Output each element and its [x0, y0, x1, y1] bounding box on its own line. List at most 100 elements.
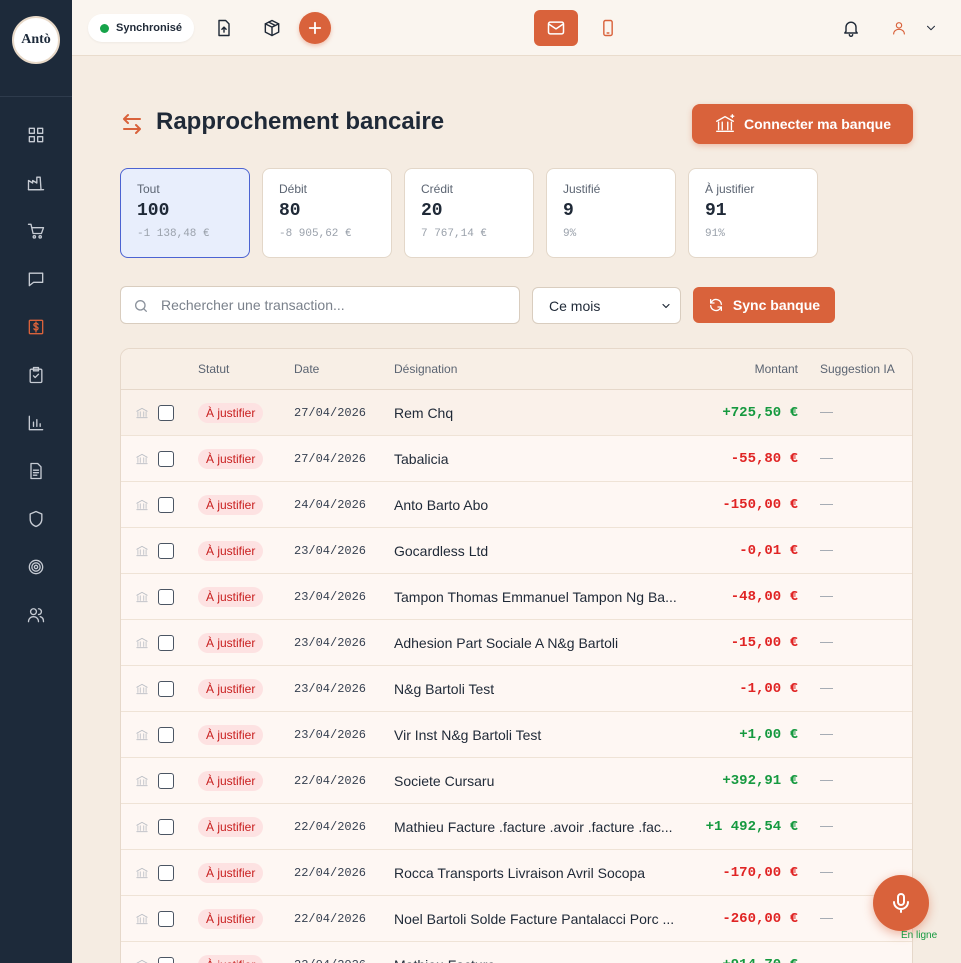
row-ai-suggestion: —: [820, 772, 833, 787]
upload-button[interactable]: [212, 16, 236, 40]
table-row[interactable]: À justifier 23/04/2026 Vir Inst N&g Bartol…: [121, 712, 912, 758]
target-icon: [28, 559, 44, 575]
row-designation: Gocardless Ltd: [394, 543, 489, 559]
sidebar-item-goals[interactable]: [24, 555, 48, 579]
row-amount: -150,00 €: [722, 497, 798, 513]
stat-card-debit[interactable]: Débit 80 -8 905,62 €: [262, 168, 392, 258]
row-checkbox[interactable]: [158, 451, 174, 467]
stat-card-to-justify[interactable]: À justifier 91 91%: [688, 168, 818, 258]
row-checkbox[interactable]: [158, 727, 174, 743]
sidebar-item-tasks[interactable]: [24, 363, 48, 387]
row-date: 24/04/2026: [294, 498, 367, 512]
user-menu-toggle[interactable]: [919, 16, 943, 40]
row-checkbox[interactable]: [158, 865, 174, 881]
mobile-view-button[interactable]: [596, 16, 620, 40]
table-row[interactable]: À justifier 23/04/2026 N&g Bartoli Test -1,…: [121, 666, 912, 712]
table-row[interactable]: À justifier 23/04/2026 Adhesion Part Socia…: [121, 620, 912, 666]
brand-logo[interactable]: Antò: [12, 16, 60, 64]
notifications-button[interactable]: [839, 16, 863, 40]
stat-subvalue: 7 767,14 €: [421, 228, 488, 240]
table-row[interactable]: À justifier 22/04/2026 Rocca Transports Li…: [121, 850, 912, 896]
row-checkbox[interactable]: [158, 543, 174, 559]
table-row[interactable]: À justifier 27/04/2026 Rem Chq +725,50 € —: [121, 390, 912, 436]
search-icon: [135, 300, 147, 312]
sidebar-item-dashboard[interactable]: [24, 123, 48, 147]
package-button[interactable]: [260, 16, 284, 40]
clipboard-check-icon: [29, 366, 43, 384]
mail-view-button[interactable]: [534, 10, 578, 46]
connect-bank-button[interactable]: Connecter ma banque: [692, 104, 913, 144]
sidebar-item-messages[interactable]: [24, 267, 48, 291]
row-checkbox[interactable]: [158, 957, 174, 963]
status-badge: À justifier: [198, 403, 264, 423]
table-row[interactable]: À justifier 27/04/2026 Tabalicia -55,80 € —: [121, 436, 912, 482]
search-input[interactable]: [161, 287, 511, 323]
column-header-designation[interactable]: Désignation: [394, 362, 457, 376]
row-ai-suggestion: —: [820, 404, 833, 419]
status-badge: À justifier: [198, 909, 264, 929]
row-checkbox[interactable]: [158, 681, 174, 697]
row-designation: Noel Bartoli Solde Facture Pantalacci Po…: [394, 911, 675, 927]
row-ai-suggestion: —: [820, 542, 833, 557]
column-header-date[interactable]: Date: [294, 362, 319, 376]
voice-assistant-button[interactable]: [873, 875, 929, 931]
sidebar-item-security[interactable]: [24, 507, 48, 531]
row-designation: Societe Cursaru: [394, 773, 495, 789]
sidebar-item-reports[interactable]: [24, 411, 48, 435]
status-badge: À justifier: [198, 587, 264, 607]
row-date: 23/04/2026: [294, 728, 367, 742]
status-badge: À justifier: [198, 771, 264, 791]
package-icon: [264, 19, 280, 37]
status-dot-icon: [100, 24, 109, 33]
stat-subvalue: -8 905,62 €: [279, 228, 352, 240]
sidebar-item-production[interactable]: [24, 171, 48, 195]
sidebar-item-bank[interactable]: [24, 315, 48, 339]
status-badge: À justifier: [198, 817, 264, 837]
row-checkbox[interactable]: [158, 911, 174, 927]
sidebar-item-sales[interactable]: [24, 219, 48, 243]
table-row[interactable]: À justifier 22/04/2026 Societe Cursaru +392…: [121, 758, 912, 804]
stat-value: 80: [279, 201, 301, 221]
bank-icon: [135, 728, 149, 742]
period-select[interactable]: Ce mois: [532, 287, 681, 324]
user-menu-button[interactable]: [887, 16, 911, 40]
status-badge: À justifier: [198, 863, 264, 883]
row-checkbox[interactable]: [158, 819, 174, 835]
stat-card-credit[interactable]: Crédit 20 7 767,14 €: [404, 168, 534, 258]
row-checkbox[interactable]: [158, 773, 174, 789]
row-checkbox[interactable]: [158, 497, 174, 513]
table-row[interactable]: À justifier 22/04/2026 Mathieu Facture +914…: [121, 942, 912, 963]
stat-label: Crédit: [421, 182, 454, 196]
top-bar: Synchronisé: [72, 0, 961, 56]
sidebar-divider: [0, 96, 72, 97]
create-button[interactable]: [299, 12, 331, 44]
row-checkbox[interactable]: [158, 589, 174, 605]
table-row[interactable]: À justifier 23/04/2026 Gocardless Ltd -0,01…: [121, 528, 912, 574]
column-header-status[interactable]: Statut: [198, 362, 229, 376]
factory-icon: [27, 176, 45, 191]
row-amount: -170,00 €: [722, 865, 798, 881]
status-badge: À justifier: [198, 955, 264, 963]
sidebar-item-documents[interactable]: [24, 459, 48, 483]
sync-bank-button[interactable]: Sync banque: [693, 287, 835, 323]
row-date: 23/04/2026: [294, 682, 367, 696]
table-row[interactable]: À justifier 24/04/2026 Anto Barto Abo -150,…: [121, 482, 912, 528]
row-amount: +914,70 €: [722, 957, 798, 963]
sync-status-badge[interactable]: Synchronisé: [88, 14, 195, 42]
table-row[interactable]: À justifier 22/04/2026 Mathieu Facture .fa…: [121, 804, 912, 850]
row-checkbox[interactable]: [158, 405, 174, 421]
bell-icon: [844, 21, 858, 37]
table-row[interactable]: À justifier 22/04/2026 Noel Bartoli Solde …: [121, 896, 912, 942]
row-checkbox[interactable]: [158, 635, 174, 651]
stat-card-all[interactable]: Tout 100 -1 138,48 €: [120, 168, 250, 258]
sidebar-item-team[interactable]: [24, 603, 48, 627]
column-header-amount[interactable]: Montant: [755, 362, 798, 376]
upload-file-icon: [218, 19, 230, 37]
plus-icon: [308, 21, 322, 35]
stat-card-justified[interactable]: Justifié 9 9%: [546, 168, 676, 258]
row-date: 22/04/2026: [294, 820, 367, 834]
stat-label: Débit: [279, 182, 308, 196]
row-date: 22/04/2026: [294, 958, 366, 963]
status-badge: À justifier: [198, 679, 264, 699]
table-row[interactable]: À justifier 23/04/2026 Tampon Thomas Emman…: [121, 574, 912, 620]
